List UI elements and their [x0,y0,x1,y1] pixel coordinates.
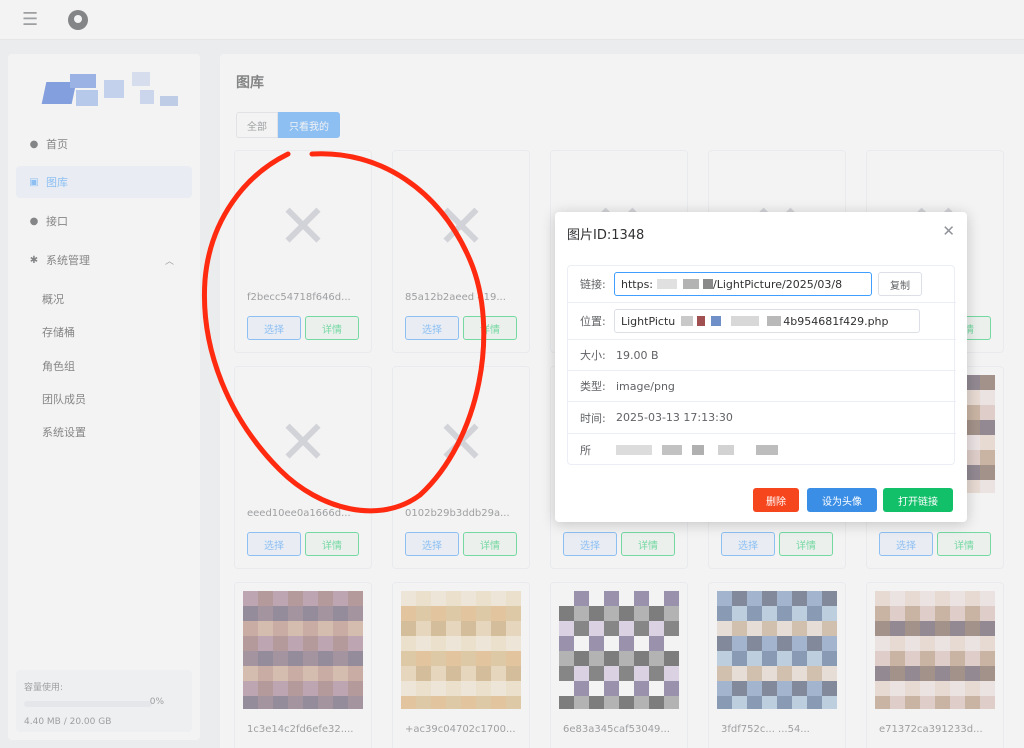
time-value: 2025-03-13 17:13:30 [616,411,733,424]
link-label: 链接: [580,278,606,291]
delete-button[interactable]: 删除 [753,488,799,512]
detail-table: 链接: https: /LightPicture/2025/03/8 复制 位置… [567,265,956,465]
type-label: 类型: [580,380,606,393]
location-value-mid: 4b954681f4 [783,314,851,328]
close-icon[interactable]: ✕ [942,222,955,240]
detail-row-location: 位置: LightPictu 4b954681f4 29.php [568,303,956,340]
location-value-end: 29.php [850,314,889,328]
location-value-start: LightPictu [621,314,676,328]
time-label: 时间: [580,411,606,425]
link-value-end: /LightPicture/2025/03/8 [713,277,843,291]
size-label: 大小: [580,349,606,362]
link-value-start: https: [621,277,654,291]
detail-row-link: 链接: https: /LightPicture/2025/03/8 复制 [568,266,956,303]
set-avatar-button[interactable]: 设为头像 [807,488,877,512]
copy-button[interactable]: 复制 [878,272,922,296]
type-value: image/png [616,379,675,393]
detail-row-type: 类型: image/png [568,371,956,402]
detail-row-time: 时间: 2025-03-13 17:13:30 [568,402,956,434]
dialog-title: 图片ID:1348 [567,228,645,243]
link-input[interactable]: https: /LightPicture/2025/03/8 [614,272,872,296]
location-label: 位置: [580,315,606,328]
open-link-button[interactable]: 打开链接 [883,488,953,512]
detail-row-owner: 所 [568,434,956,465]
owner-label: 所 [580,443,591,457]
image-detail-dialog: 图片ID:1348 ✕ 链接: https: /LightPicture/202… [555,212,967,522]
size-value: 19.00 B [616,348,659,362]
location-input[interactable]: LightPictu 4b954681f4 29.php [614,309,920,333]
detail-row-size: 大小: 19.00 B [568,340,956,371]
